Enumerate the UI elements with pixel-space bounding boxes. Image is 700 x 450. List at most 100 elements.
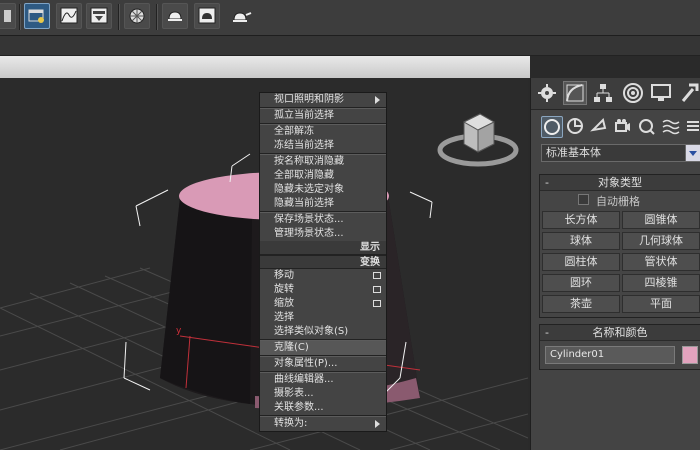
autogrid-label: 自动栅格 <box>596 195 640 208</box>
create-tab[interactable] <box>535 81 559 105</box>
menu-item-unfreeze-all[interactable]: 全部解冻 <box>260 125 386 139</box>
layer-manager-button[interactable] <box>24 3 50 29</box>
rendered-frame-button[interactable] <box>194 3 220 29</box>
modify-tab[interactable] <box>563 81 587 105</box>
systems-category[interactable] <box>683 116 700 138</box>
chevron-down-icon[interactable] <box>685 144 700 162</box>
menu-item-hide-unselected[interactable]: 隐藏未选定对象 <box>260 183 386 197</box>
material-editor-button[interactable] <box>124 3 150 29</box>
curve-editor-button[interactable] <box>56 3 82 29</box>
menu-item-select[interactable]: 选择 <box>260 311 386 325</box>
shapes-category[interactable] <box>565 116 587 138</box>
schematic-button[interactable] <box>0 3 16 29</box>
object-color-swatch[interactable] <box>682 346 698 364</box>
sphere-button[interactable]: 球体 <box>542 232 620 250</box>
dope-sheet-icon <box>90 7 108 24</box>
tube-button[interactable]: 管状体 <box>622 253 700 271</box>
geosphere-button[interactable]: 几何球体 <box>622 232 700 250</box>
display-tab[interactable] <box>649 81 673 105</box>
settings-box-icon[interactable] <box>373 286 381 293</box>
menu-item-freeze-selection[interactable]: 冻结当前选择 <box>260 139 386 153</box>
menu-item-select-similar[interactable]: 选择类似对象(S) <box>260 325 386 339</box>
viewcube[interactable] <box>436 112 520 172</box>
plane-button[interactable]: 平面 <box>622 295 700 313</box>
shapes-icon <box>567 118 583 134</box>
utilities-tab-icon <box>681 83 699 102</box>
axis-label-y: y <box>176 326 182 336</box>
primitive-buttons: 长方体 圆锥体 球体 几何球体 圆柱体 管状体 圆环 四棱锥 茶壶 平面 <box>540 209 700 317</box>
render-setup-button[interactable] <box>162 3 188 29</box>
geometry-category[interactable] <box>541 116 563 138</box>
menu-item-isolate-selection[interactable]: 孤立当前选择 <box>260 109 386 123</box>
render-setup-icon <box>168 11 182 21</box>
menu-item-save-scene-state[interactable]: 保存场景状态... <box>260 213 386 227</box>
render-teapot-icon <box>233 12 252 22</box>
cone-button[interactable]: 圆锥体 <box>622 211 700 229</box>
material-editor-icon <box>129 8 145 24</box>
menu-item-unhide-all[interactable]: 全部取消隐藏 <box>260 169 386 183</box>
modify-tab-icon <box>566 84 584 102</box>
cylinder-button[interactable]: 圆柱体 <box>542 253 620 271</box>
rendered-frame-icon <box>198 7 216 24</box>
settings-box-icon[interactable] <box>373 272 381 279</box>
collapse-icon: - <box>545 176 549 189</box>
menu-item-unhide-by-name[interactable]: 按名称取消隐藏 <box>260 155 386 169</box>
utilities-tab[interactable] <box>677 81 700 105</box>
teapot-button[interactable]: 茶壶 <box>542 295 620 313</box>
spacewarps-category[interactable] <box>661 116 683 138</box>
cameras-category[interactable] <box>613 116 635 138</box>
helpers-category[interactable] <box>637 116 659 138</box>
menu-header-display: 显示 <box>260 241 386 255</box>
command-panel: 标准基本体 - 对象类型 自动栅格 长方体 圆锥体 球体 几何球体 圆柱体 管状… <box>530 78 700 450</box>
systems-icon <box>687 121 699 131</box>
menu-item-rotate[interactable]: 旋转 <box>260 283 386 297</box>
layer-manager-icon <box>28 9 44 23</box>
object-type-title[interactable]: - 对象类型 <box>540 175 700 191</box>
menu-item-hide-selection[interactable]: 隐藏当前选择 <box>260 197 386 211</box>
lights-category[interactable] <box>589 116 611 138</box>
object-name-field[interactable]: Cylinder01 <box>545 346 675 364</box>
settings-box-icon[interactable] <box>373 300 381 307</box>
command-panel-tabs <box>531 78 700 110</box>
cameras-icon <box>615 119 630 132</box>
menu-item-convert-to[interactable]: 转换为: <box>260 417 386 431</box>
menu-item-scale[interactable]: 缩放 <box>260 297 386 311</box>
autogrid-row: 自动栅格 <box>540 191 700 209</box>
name-row: Cylinder01 <box>540 341 700 369</box>
schematic-icon <box>4 10 11 22</box>
create-categories <box>531 112 700 142</box>
helpers-icon <box>639 119 655 135</box>
toolbar-separator <box>19 4 21 30</box>
menu-item-clone[interactable]: 克隆(C) <box>260 341 386 355</box>
torus-button[interactable]: 圆环 <box>542 274 620 292</box>
toolbar-separator <box>156 4 158 30</box>
menu-item-curve-editor[interactable]: 曲线编辑器... <box>260 373 386 387</box>
menu-item-object-properties[interactable]: 对象属性(P)... <box>260 357 386 371</box>
motion-tab[interactable] <box>621 81 645 105</box>
box-button[interactable]: 长方体 <box>542 211 620 229</box>
menu-item-move[interactable]: 移动 <box>260 269 386 283</box>
menu-item-viewport-lighting[interactable]: 视口照明和阴影 <box>260 93 386 107</box>
autogrid-checkbox[interactable] <box>578 194 589 205</box>
name-and-color-rollout: - 名称和颜色 Cylinder01 <box>539 324 700 370</box>
collapse-icon: - <box>545 326 549 339</box>
name-and-color-title[interactable]: - 名称和颜色 <box>540 325 700 341</box>
menu-item-manage-scene-states[interactable]: 管理场景状态... <box>260 227 386 241</box>
viewport-label-bar <box>0 56 530 78</box>
dope-sheet-button[interactable] <box>86 3 112 29</box>
geometry-icon <box>544 119 560 135</box>
pyramid-button[interactable]: 四棱锥 <box>622 274 700 292</box>
secondary-toolbar <box>0 36 700 56</box>
main-toolbar <box>0 0 700 36</box>
menu-item-wire-parameters[interactable]: 关联参数... <box>260 401 386 415</box>
lights-icon <box>590 118 607 132</box>
cylinder-shade <box>160 198 252 404</box>
object-category-dropdown[interactable]: 标准基本体 <box>541 144 700 162</box>
hierarchy-tab-icon <box>594 84 612 102</box>
app-window: y 视口照明和阴影 孤立当前选择 全部解冻 冻结当前选择 按名称取消隐藏 全部取… <box>0 0 700 450</box>
hierarchy-tab[interactable] <box>591 81 615 105</box>
render-teapot-button[interactable] <box>226 3 252 29</box>
menu-item-dope-sheet[interactable]: 摄影表... <box>260 387 386 401</box>
submenu-arrow-icon <box>375 96 380 104</box>
motion-tab-icon <box>623 83 643 103</box>
